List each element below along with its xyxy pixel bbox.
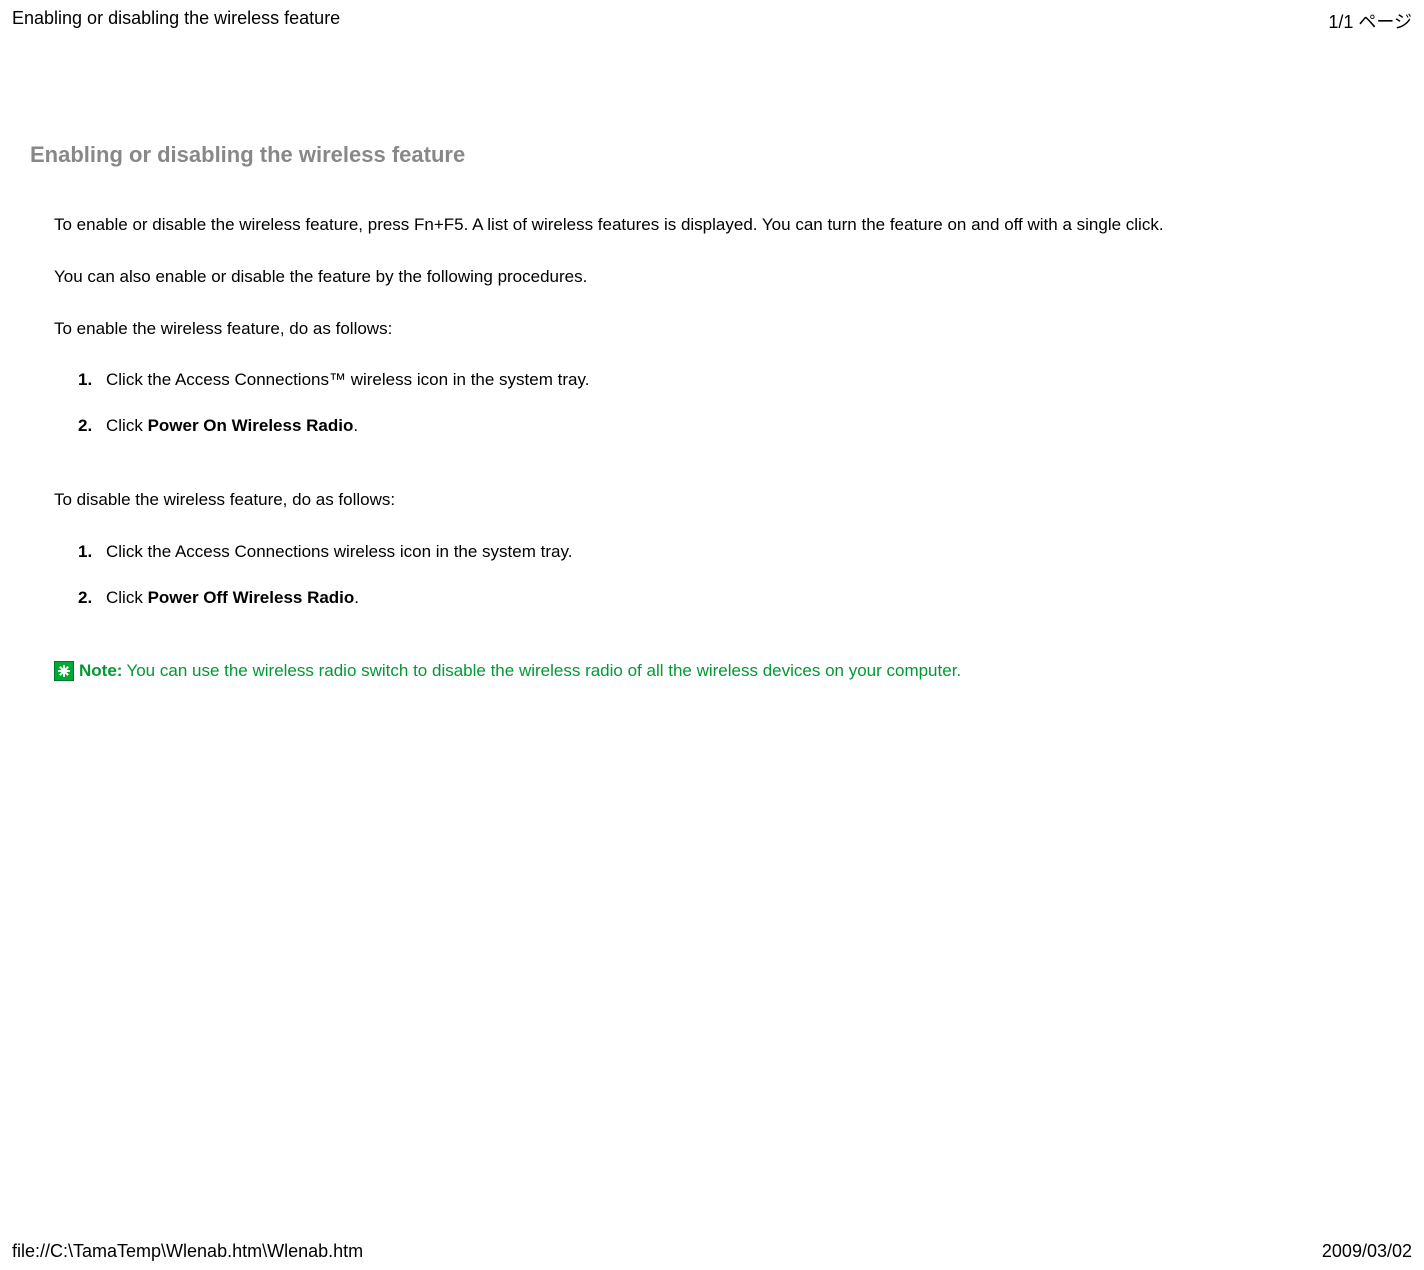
print-header: Enabling or disabling the wireless featu… bbox=[0, 0, 1424, 42]
header-page-info: 1/1 ページ bbox=[1328, 8, 1412, 34]
list-text: Click the Access Connections wireless ic… bbox=[106, 540, 1394, 564]
list-item: 2. Click Power On Wireless Radio. bbox=[78, 414, 1394, 438]
list-text: Click the Access Connections™ wireless i… bbox=[106, 368, 1394, 392]
list-text: Click Power On Wireless Radio. bbox=[106, 414, 1394, 438]
list-text: Click Power Off Wireless Radio. bbox=[106, 586, 1394, 610]
list-number: 1. bbox=[78, 368, 106, 392]
page-title: Enabling or disabling the wireless featu… bbox=[30, 142, 1394, 168]
list-number: 1. bbox=[78, 540, 106, 564]
print-footer: file://C:\TamaTemp\Wlenab.htm\Wlenab.htm… bbox=[0, 1241, 1424, 1262]
text-suffix: . bbox=[353, 416, 358, 435]
asterisk-icon bbox=[54, 661, 74, 681]
note-label: Note: bbox=[79, 659, 122, 683]
bold-text: Power On Wireless Radio bbox=[148, 416, 354, 435]
bold-text: Power Off Wireless Radio bbox=[148, 588, 355, 607]
note-text: You can use the wireless radio switch to… bbox=[126, 659, 961, 683]
text-prefix: Click bbox=[106, 588, 148, 607]
text-suffix: . bbox=[354, 588, 359, 607]
main-content: Enabling or disabling the wireless featu… bbox=[0, 42, 1424, 713]
enable-list: 1. Click the Access Connections™ wireles… bbox=[54, 368, 1394, 438]
text-prefix: Click bbox=[106, 416, 148, 435]
footer-date: 2009/03/02 bbox=[1322, 1241, 1412, 1262]
intro-paragraph-2: You can also enable or disable the featu… bbox=[54, 265, 1394, 289]
disable-heading: To disable the wireless feature, do as f… bbox=[54, 488, 1394, 512]
header-title: Enabling or disabling the wireless featu… bbox=[12, 8, 340, 34]
list-number: 2. bbox=[78, 586, 106, 610]
footer-path: file://C:\TamaTemp\Wlenab.htm\Wlenab.htm bbox=[12, 1241, 363, 1262]
list-item: 1. Click the Access Connections™ wireles… bbox=[78, 368, 1394, 392]
body-section: To enable or disable the wireless featur… bbox=[30, 213, 1394, 683]
list-item: 2. Click Power Off Wireless Radio. bbox=[78, 586, 1394, 610]
list-item: 1. Click the Access Connections wireless… bbox=[78, 540, 1394, 564]
note-block: Note: You can use the wireless radio swi… bbox=[54, 659, 1394, 683]
disable-list: 1. Click the Access Connections wireless… bbox=[54, 540, 1394, 610]
list-number: 2. bbox=[78, 414, 106, 438]
intro-paragraph-1: To enable or disable the wireless featur… bbox=[54, 213, 1394, 237]
enable-heading: To enable the wireless feature, do as fo… bbox=[54, 317, 1394, 341]
